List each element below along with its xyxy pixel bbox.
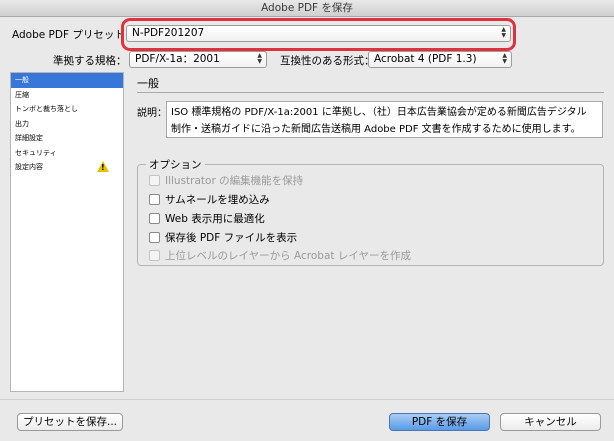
save-preset-button[interactable]: プリセットを保存... xyxy=(17,413,123,431)
window-title: Adobe PDF を保存 xyxy=(0,0,614,17)
sidebar-item-label: 設定内容 xyxy=(15,163,43,171)
warning-icon xyxy=(97,161,109,172)
checkbox[interactable] xyxy=(149,175,160,186)
highlight-annotation xyxy=(121,18,516,51)
category-list: 一般 圧縮 トンボと裁ち落とし 出力 詳細設定 セキュリティ 設定内容 xyxy=(10,72,124,392)
section-title: 一般 xyxy=(137,77,159,90)
description-line-2: 制作・送稿ガイドに沿った新聞広告送稿用 Adobe PDF 文書を作成するために… xyxy=(171,124,581,135)
description-label: 説明： xyxy=(137,108,167,119)
sidebar-item-label: トンボと裁ち落とし xyxy=(15,105,78,113)
option-view-after-save[interactable]: 保存後 PDF ファイルを表示 xyxy=(149,230,297,244)
option-embed-thumbnails[interactable]: サムネールを埋め込み xyxy=(149,192,270,206)
sidebar-item-security[interactable]: セキュリティ xyxy=(11,146,123,161)
sidebar-item-label: 一般 xyxy=(15,76,29,84)
section-divider xyxy=(137,92,604,93)
sidebar-item-compression[interactable]: 圧縮 xyxy=(11,88,123,103)
option-label: 上位レベルのレイヤーから Acrobat レイヤーを作成 xyxy=(165,250,412,262)
option-label: Web 表示用に最適化 xyxy=(165,213,265,225)
preset-label: Adobe PDF プリセット： xyxy=(12,29,136,41)
footer-divider xyxy=(0,399,614,400)
checkbox[interactable] xyxy=(149,250,160,261)
option-create-acrobat-layers[interactable]: 上位レベルのレイヤーから Acrobat レイヤーを作成 xyxy=(149,248,411,262)
save-pdf-button[interactable]: PDF を保存 xyxy=(389,413,490,431)
standard-select[interactable]: PDF/X-1a：2001 ▲ ▼ xyxy=(129,51,267,68)
option-optimize-web[interactable]: Web 表示用に最適化 xyxy=(149,211,265,225)
sidebar-item-label: 詳細設定 xyxy=(15,134,43,142)
checkbox[interactable] xyxy=(149,194,160,205)
compat-select[interactable]: Acrobat 4 (PDF 1.3) ▲ ▼ xyxy=(368,51,512,68)
description-line-1: ISO 標準規格の PDF/X-1a:2001 に準拠し、（社）日本広告業協会が… xyxy=(171,107,587,118)
compat-label: 互換性のある形式： xyxy=(280,55,375,67)
updown-arrows-icon: ▲ ▼ xyxy=(257,52,262,65)
standard-value: PDF/X-1a：2001 xyxy=(135,53,220,65)
option-preserve-illustrator[interactable]: Illustrator の編集機能を保持 xyxy=(149,173,303,187)
cancel-button[interactable]: キャンセル xyxy=(500,413,601,431)
description-field[interactable]: ISO 標準規格の PDF/X-1a:2001 に準拠し、（社）日本広告業協会が… xyxy=(166,101,603,138)
sidebar-item-output[interactable]: 出力 xyxy=(11,117,123,132)
sidebar-item-general[interactable]: 一般 xyxy=(11,73,123,88)
standard-label: 準拠する規格： xyxy=(53,55,127,67)
option-label: サムネールを埋め込み xyxy=(165,194,270,206)
option-label: 保存後 PDF ファイルを表示 xyxy=(165,232,298,244)
sidebar-item-label: 圧縮 xyxy=(15,90,29,99)
sidebar-item-marks-bleeds[interactable]: トンボと裁ち落とし xyxy=(11,102,123,117)
options-title: オプション xyxy=(146,157,205,172)
compat-value: Acrobat 4 (PDF 1.3) xyxy=(374,53,477,65)
option-label: Illustrator の編集機能を保持 xyxy=(165,175,304,187)
sidebar-item-advanced[interactable]: 詳細設定 xyxy=(11,131,123,146)
sidebar-item-label: セキュリティ xyxy=(15,148,57,157)
checkbox[interactable] xyxy=(149,213,160,224)
sidebar-item-summary[interactable]: 設定内容 xyxy=(11,160,123,175)
updown-arrows-icon: ▲ ▼ xyxy=(502,52,507,65)
sidebar-item-label: 出力 xyxy=(15,119,29,128)
checkbox[interactable] xyxy=(149,232,160,243)
